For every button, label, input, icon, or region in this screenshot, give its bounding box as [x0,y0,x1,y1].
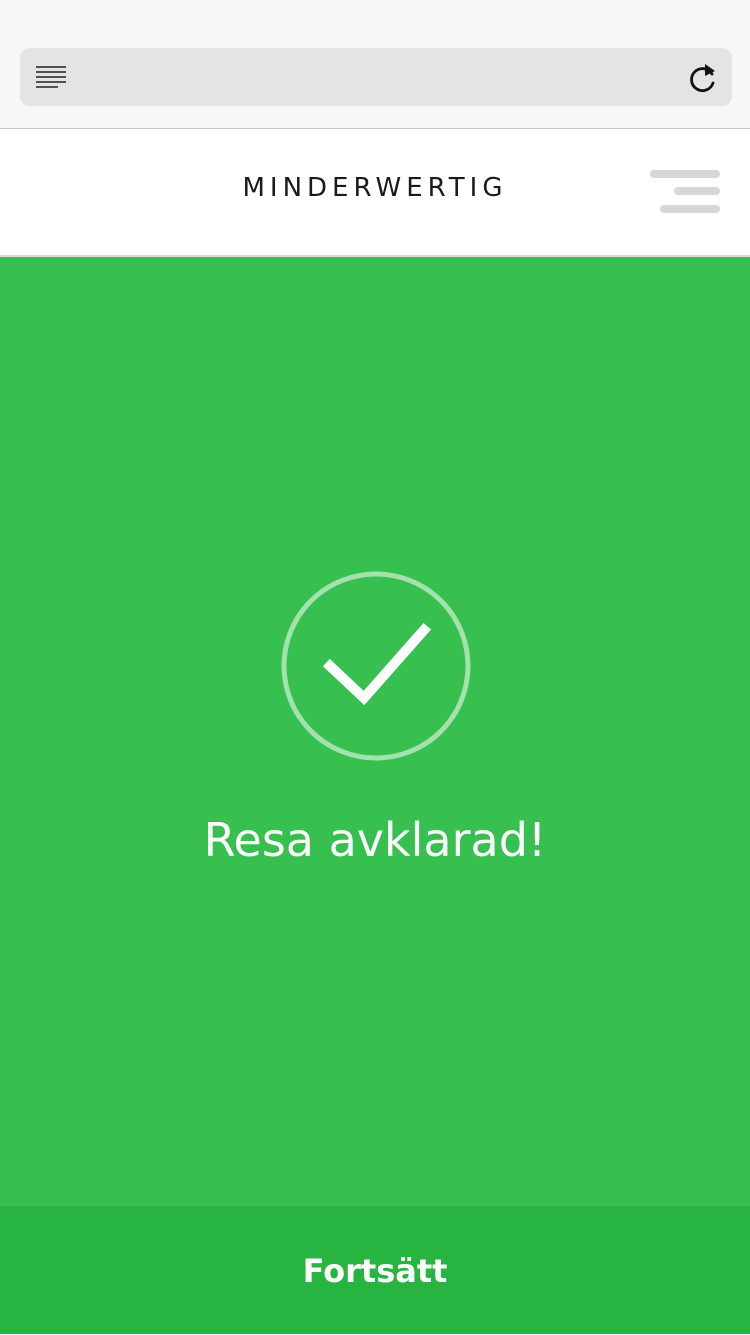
app-header: MINDERWERTIG [0,129,750,257]
menu-line [660,205,720,213]
confirmation-panel: Resa avklarad! [0,257,750,1206]
brand-logo: MINDERWERTIG [242,173,508,203]
trip-completed-message: Resa avklarad! [203,813,547,867]
checkmark-circle-icon [281,571,471,761]
browser-toolbar [0,0,750,129]
reader-view-icon[interactable] [36,66,66,90]
menu-line [674,187,720,195]
hamburger-menu-icon[interactable] [648,165,724,217]
address-bar[interactable] [20,48,732,106]
menu-line [650,170,720,178]
reload-icon[interactable] [688,62,718,94]
continue-button[interactable]: Fortsätt [0,1206,750,1334]
